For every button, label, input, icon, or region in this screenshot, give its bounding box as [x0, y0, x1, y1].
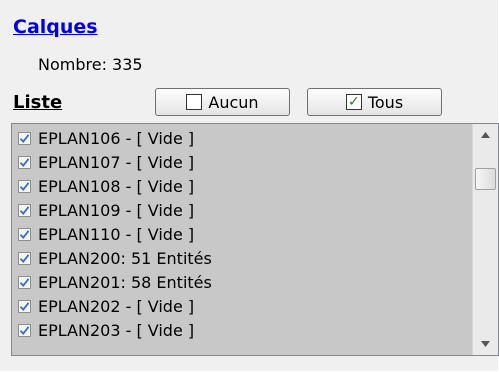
layer-item-label: EPLAN203 - [ Vide ]: [38, 320, 195, 340]
arrow-up-icon: [481, 132, 490, 138]
select-none-button[interactable]: Aucun: [155, 88, 290, 116]
layer-list-item[interactable]: EPLAN107 - [ Vide ]: [18, 151, 194, 173]
select-none-label: Aucun: [208, 92, 259, 112]
layer-list-item[interactable]: EPLAN203 - [ Vide ]: [18, 319, 194, 341]
layers-panel: Calques Nombre: 335 Liste Aucun ✓ Tous E…: [0, 0, 499, 372]
checkbox-checked-icon[interactable]: [18, 155, 31, 169]
layer-item-label: EPLAN201: 58 Entités: [38, 272, 212, 292]
scroll-thumb[interactable]: [475, 168, 496, 190]
layer-item-label: EPLAN108 - [ Vide ]: [38, 176, 195, 196]
layer-item-label: EPLAN110 - [ Vide ]: [38, 224, 195, 244]
layer-list-item[interactable]: EPLAN108 - [ Vide ]: [18, 175, 194, 197]
layer-item-label: EPLAN106 - [ Vide ]: [38, 128, 195, 148]
checkbox-checked-icon[interactable]: [18, 203, 31, 217]
arrow-down-icon: [481, 341, 490, 347]
select-all-label: Tous: [367, 92, 404, 112]
checkbox-checked-icon[interactable]: [18, 227, 31, 241]
layer-count: Nombre: 335: [38, 55, 143, 74]
layers-title-link[interactable]: Calques: [13, 15, 98, 39]
layer-list-item[interactable]: EPLAN110 - [ Vide ]: [18, 223, 194, 245]
scroll-up-button[interactable]: [473, 124, 498, 146]
layer-list-item[interactable]: EPLAN109 - [ Vide ]: [18, 199, 194, 221]
layer-item-label: EPLAN200: 51 Entités: [38, 248, 212, 268]
checkbox-checked-icon[interactable]: [18, 179, 31, 193]
layer-item-label: EPLAN202 - [ Vide ]: [38, 296, 195, 316]
checkbox-checked-icon[interactable]: [18, 275, 31, 289]
checkbox-checked-icon[interactable]: [18, 251, 31, 265]
layer-item-label: EPLAN109 - [ Vide ]: [38, 200, 195, 220]
scroll-down-button[interactable]: [473, 333, 498, 355]
checkbox-checked-icon[interactable]: [18, 131, 31, 145]
layer-list-item[interactable]: EPLAN200: 51 Entités: [18, 247, 212, 269]
vertical-scrollbar[interactable]: [472, 124, 498, 355]
select-all-button[interactable]: ✓ Tous: [307, 88, 442, 116]
layer-list-item[interactable]: EPLAN106 - [ Vide ]: [18, 127, 194, 149]
checkbox-checked-icon[interactable]: [18, 323, 31, 337]
layer-list-items: EPLAN106 - [ Vide ] EPLAN107 - [ Vide ] EP…: [12, 124, 472, 355]
layer-list[interactable]: EPLAN106 - [ Vide ] EPLAN107 - [ Vide ] EP…: [11, 123, 499, 356]
list-heading: Liste: [13, 92, 63, 113]
layer-list-item[interactable]: EPLAN202 - [ Vide ]: [18, 295, 194, 317]
empty-checkbox-icon: [186, 94, 203, 110]
layer-list-item[interactable]: EPLAN201: 58 Entités: [18, 271, 212, 293]
checked-checkbox-icon: ✓: [345, 94, 362, 110]
checkbox-checked-icon[interactable]: [18, 299, 31, 313]
layer-item-label: EPLAN107 - [ Vide ]: [38, 152, 195, 172]
